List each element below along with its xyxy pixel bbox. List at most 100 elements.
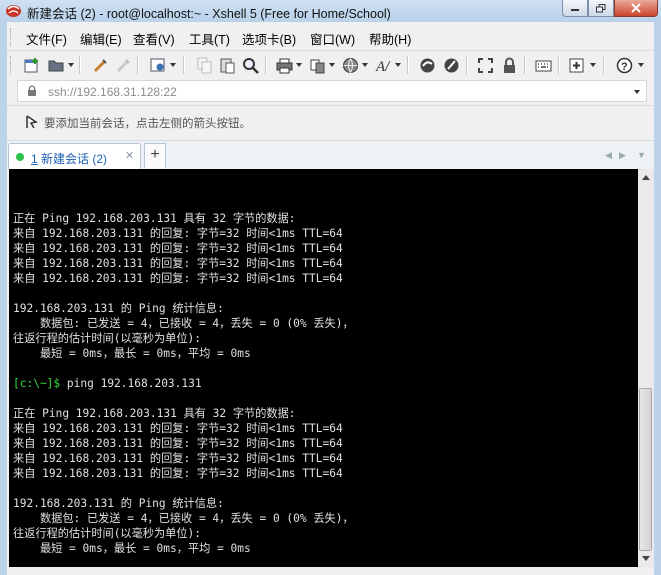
address-input[interactable]: ssh://192.168.31.128:22 bbox=[48, 85, 177, 99]
scroll-down-icon[interactable] bbox=[642, 556, 650, 561]
print-icon bbox=[276, 58, 292, 73]
toolbar-grip[interactable] bbox=[10, 56, 14, 74]
copy-icon bbox=[197, 57, 211, 73]
lock-button[interactable] bbox=[500, 56, 518, 74]
shell-prompt: [c:\~]$ bbox=[13, 377, 61, 390]
restore-icon bbox=[596, 3, 606, 12]
open-button[interactable] bbox=[47, 56, 65, 74]
font-dropdown-icon[interactable] bbox=[395, 63, 401, 67]
status-bar bbox=[7, 567, 654, 575]
properties-button[interactable] bbox=[149, 56, 167, 74]
address-bar[interactable]: ssh://192.168.31.128:22 bbox=[17, 80, 647, 102]
disconnect-button[interactable] bbox=[114, 56, 132, 74]
help-button[interactable]: ? bbox=[615, 56, 633, 74]
menu-tools[interactable]: 工具(T) bbox=[189, 29, 230, 48]
terminal-line: 来自 192.168.203.131 的回复: 字节=32 时间<1ms TTL… bbox=[13, 257, 343, 270]
tab-scroll-right-icon[interactable]: ▶ bbox=[619, 150, 626, 161]
terminal-line: 来自 192.168.203.131 的回复: 字节=32 时间<1ms TTL… bbox=[13, 437, 343, 450]
menu-edit[interactable]: 编辑(E) bbox=[80, 29, 122, 48]
tab-label: 1 新建会话 (2) bbox=[31, 150, 107, 167]
print-dropdown-icon[interactable] bbox=[296, 63, 302, 67]
terminal-line: 来自 192.168.203.131 的回复: 字节=32 时间<1ms TTL… bbox=[13, 242, 343, 255]
globe-dropdown-icon[interactable] bbox=[362, 63, 368, 67]
toolbar-separator bbox=[183, 56, 185, 74]
open-folder-icon bbox=[48, 60, 63, 71]
font-icon: A bbox=[375, 59, 390, 74]
tab-scroll-left-icon[interactable]: ◀ bbox=[605, 150, 612, 161]
terminal-line: 往返行程的估计时间(以毫秒为单位): bbox=[13, 527, 202, 540]
menu-grip[interactable] bbox=[10, 28, 14, 46]
toolbar-separator bbox=[466, 56, 468, 74]
window-title: 新建会话 (2) - root@localhost:~ - Xshell 5 (… bbox=[27, 7, 391, 21]
transfer-dropdown-icon[interactable] bbox=[329, 63, 335, 67]
find-icon bbox=[242, 57, 259, 74]
terminal-view[interactable]: 正在 Ping 192.168.203.131 具有 32 字节的数据: 来自 … bbox=[9, 169, 638, 567]
tab-title: 新建会话 (2) bbox=[37, 152, 108, 166]
globe-button[interactable] bbox=[341, 56, 359, 74]
print-button[interactable] bbox=[275, 56, 293, 74]
paste-button[interactable] bbox=[218, 56, 236, 74]
tab-session-1[interactable]: 1 新建会话 (2) ✕ bbox=[8, 143, 141, 169]
close-button[interactable] bbox=[614, 0, 658, 17]
transfer-icon bbox=[310, 59, 324, 73]
toolbar: A ? bbox=[7, 50, 654, 79]
globe-icon bbox=[342, 57, 358, 74]
connect-button[interactable] bbox=[91, 56, 109, 74]
close-icon bbox=[631, 3, 641, 13]
menu-help[interactable]: 帮助(H) bbox=[369, 29, 411, 48]
menu-view[interactable]: 查看(V) bbox=[133, 29, 175, 48]
xftp-button[interactable] bbox=[418, 56, 436, 74]
keyboard-button[interactable] bbox=[534, 56, 552, 74]
help-dropdown-icon[interactable] bbox=[638, 63, 644, 67]
address-dropdown-icon[interactable] bbox=[634, 90, 640, 94]
maximize-button[interactable] bbox=[588, 0, 614, 17]
terminal-line: 最短 = 0ms，最长 = 0ms，平均 = 0ms bbox=[13, 542, 251, 555]
fullscreen-button[interactable] bbox=[476, 56, 494, 74]
toolbar-separator bbox=[407, 56, 409, 74]
toolbar-separator bbox=[79, 56, 81, 74]
terminal-line: 往返行程的估计时间(以毫秒为单位): bbox=[13, 332, 202, 345]
tab-bar: 1 新建会话 (2) ✕ + ◀ ▶ ▼ bbox=[7, 140, 654, 169]
window-controls bbox=[562, 0, 658, 18]
new-session-button[interactable] bbox=[23, 56, 41, 74]
new-tab-dropdown-icon[interactable] bbox=[590, 63, 596, 67]
vertical-scrollbar[interactable] bbox=[638, 169, 654, 567]
scrollbar-thumb[interactable] bbox=[639, 388, 652, 551]
tab-list-icon[interactable]: ▼ bbox=[637, 150, 646, 160]
properties-dropdown-icon[interactable] bbox=[170, 63, 176, 67]
terminal-line: 数据包: 已发送 = 4，已接收 = 4，丢失 = 0 (0% 丢失)， bbox=[13, 317, 354, 330]
terminal-line: 来自 192.168.203.131 的回复: 字节=32 时间<1ms TTL… bbox=[13, 272, 343, 285]
transfer-button[interactable] bbox=[308, 56, 326, 74]
terminal-line: 来自 192.168.203.131 的回复: 字节=32 时间<1ms TTL… bbox=[13, 422, 343, 435]
new-session-icon bbox=[24, 57, 38, 72]
copy-button[interactable] bbox=[195, 56, 213, 74]
main-window: 文件(F) 编辑(E) 查看(V) 工具(T) 选项卡(B) 窗口(W) 帮助(… bbox=[7, 22, 654, 575]
connect-icon bbox=[93, 58, 107, 72]
minimize-icon bbox=[571, 9, 579, 11]
tab-close-icon[interactable]: ✕ bbox=[125, 149, 134, 162]
xshell-app-icon[interactable] bbox=[5, 3, 22, 18]
keyboard-icon bbox=[535, 60, 551, 71]
xmanager-button[interactable] bbox=[442, 56, 460, 74]
menu-tabs[interactable]: 选项卡(B) bbox=[242, 29, 296, 48]
minimize-button[interactable] bbox=[562, 0, 588, 17]
hint-text: 要添加当前会话，点击左侧的箭头按钮。 bbox=[44, 118, 251, 130]
menu-bar: 文件(F) 编辑(E) 查看(V) 工具(T) 选项卡(B) 窗口(W) 帮助(… bbox=[7, 25, 654, 49]
lock-icon bbox=[28, 85, 36, 96]
hint-bar: 要添加当前会话，点击左侧的箭头按钮。 bbox=[7, 105, 654, 134]
title-bar[interactable]: 新建会话 (2) - root@localhost:~ - Xshell 5 (… bbox=[0, 0, 661, 22]
open-dropdown-icon[interactable] bbox=[68, 63, 74, 67]
disconnect-icon bbox=[116, 58, 130, 72]
scroll-up-icon[interactable] bbox=[642, 175, 650, 180]
terminal-line: 来自 192.168.203.131 的回复: 字节=32 时间<1ms TTL… bbox=[13, 227, 343, 240]
add-session-arrow-icon[interactable] bbox=[25, 115, 39, 129]
menu-window[interactable]: 窗口(W) bbox=[310, 29, 355, 48]
terminal-line: 数据包: 已发送 = 4，已接收 = 4，丢失 = 0 (0% 丢失)， bbox=[13, 512, 354, 525]
new-tab-button[interactable] bbox=[568, 56, 586, 74]
menu-file[interactable]: 文件(F) bbox=[26, 29, 67, 48]
add-tab-button[interactable]: + bbox=[144, 143, 166, 168]
find-button[interactable] bbox=[241, 56, 259, 74]
terminal-line: 来自 192.168.203.131 的回复: 字节=32 时间<1ms TTL… bbox=[13, 467, 343, 480]
paste-icon bbox=[220, 58, 234, 73]
font-button[interactable]: A bbox=[374, 56, 392, 74]
